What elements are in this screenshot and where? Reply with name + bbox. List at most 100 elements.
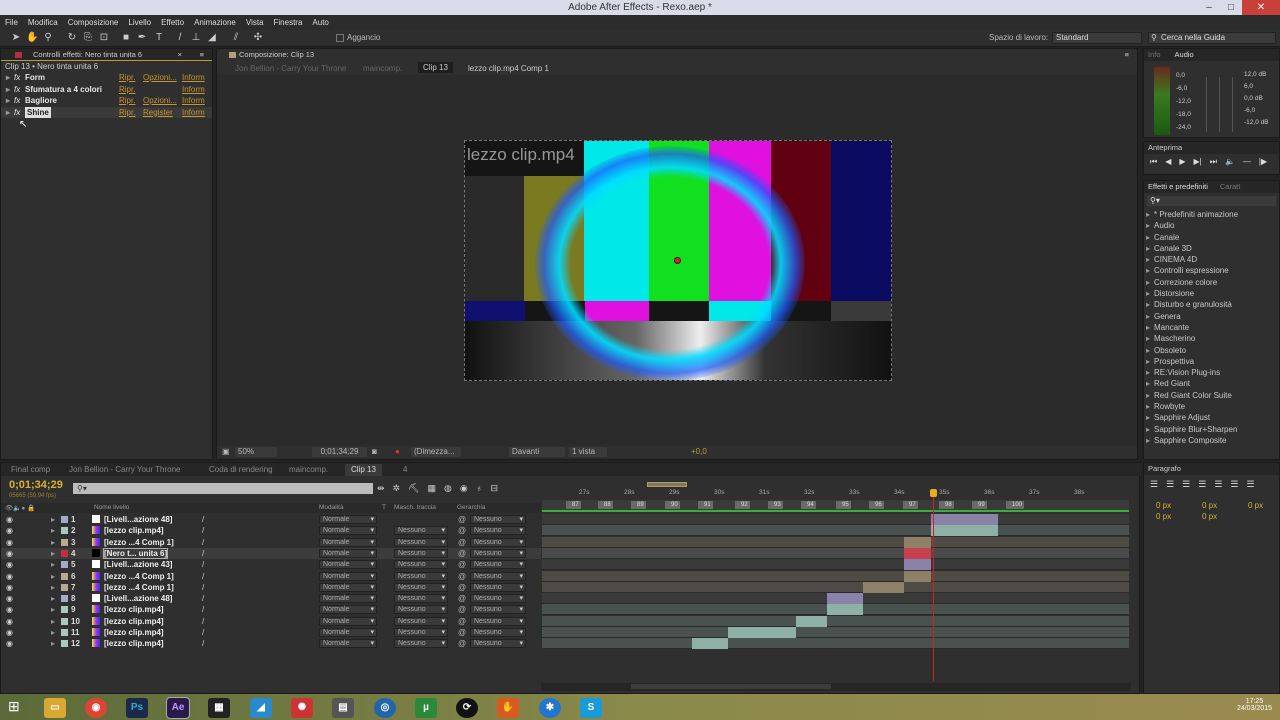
track-matte-select[interactable]: Nessuno bbox=[394, 537, 448, 547]
label-color-swatch[interactable] bbox=[61, 572, 68, 580]
exposure-value[interactable]: +0,0 bbox=[691, 447, 707, 456]
snap-checkbox[interactable] bbox=[336, 34, 344, 42]
views-layout-select[interactable]: 1 vista bbox=[569, 447, 607, 457]
layer-duration-bar[interactable] bbox=[903, 570, 931, 582]
visibility-eye-icon[interactable]: ◉ bbox=[6, 617, 13, 626]
expand-triangle-icon[interactable]: ▸ bbox=[6, 95, 10, 107]
app-icon[interactable]: ▤ bbox=[332, 698, 354, 718]
maximize-button[interactable]: □ bbox=[1220, 0, 1242, 15]
fx-icon[interactable]: fx bbox=[14, 107, 20, 119]
pickwhip-icon[interactable]: @ bbox=[458, 594, 466, 603]
effect-category[interactable]: Canale 3D bbox=[1144, 243, 1279, 255]
close-button[interactable]: ✕ bbox=[1242, 0, 1280, 15]
layer-duration-bar[interactable] bbox=[903, 559, 931, 571]
tab-character[interactable]: Caratt bbox=[1220, 182, 1240, 191]
layer-duration-bar[interactable] bbox=[903, 547, 931, 559]
effect-category[interactable]: Controlli espressione bbox=[1144, 265, 1279, 277]
parent-select[interactable]: Nessuno bbox=[470, 582, 526, 592]
visibility-eye-icon[interactable]: ◉ bbox=[6, 549, 13, 558]
effect-category[interactable]: Distorsione bbox=[1144, 288, 1279, 300]
expand-triangle-icon[interactable]: ▸ bbox=[6, 84, 10, 96]
file-explorer-icon[interactable]: ▭ bbox=[44, 698, 66, 718]
label-color-swatch[interactable] bbox=[61, 538, 68, 546]
after-effects-icon[interactable]: Ae bbox=[166, 697, 190, 719]
app-icon[interactable]: ◎ bbox=[374, 698, 396, 718]
effect-category[interactable]: Sapphire Adjust bbox=[1144, 412, 1279, 424]
visibility-eye-icon[interactable]: ◉ bbox=[6, 605, 13, 614]
layer-duration-bar[interactable] bbox=[692, 638, 728, 650]
workspace-select[interactable]: Standard bbox=[1052, 32, 1142, 44]
effect-link[interactable]: Register bbox=[143, 107, 173, 119]
visibility-eye-icon[interactable]: ◉ bbox=[6, 560, 13, 569]
layer-name[interactable]: [Livell...azione 48] bbox=[104, 594, 172, 603]
layer-row[interactable]: ◉ ▸ 12 [lezzo clip.mp4] / Normale Nessuno @ Ness… bbox=[1, 638, 541, 649]
expand-triangle-icon[interactable]: ▸ bbox=[51, 639, 55, 648]
layer-row[interactable]: ◉ ▸ 4 [Nero t... unita 6] / Normale Nessuno @ Ne… bbox=[1, 547, 541, 559]
layer-duration-bar[interactable] bbox=[795, 615, 827, 627]
blend-mode-select[interactable]: Normale bbox=[319, 616, 377, 626]
layer-duration-bar[interactable] bbox=[930, 514, 998, 525]
layer-name[interactable]: [lezzo clip.mp4] bbox=[104, 526, 164, 535]
tab-paragraph[interactable]: Paragrafo bbox=[1148, 464, 1181, 473]
align-center-icon[interactable]: ☰ bbox=[1166, 479, 1174, 490]
blend-mode-select[interactable]: Normale bbox=[319, 605, 377, 615]
effect-category[interactable]: CINEMA 4D bbox=[1144, 254, 1279, 266]
layer-name[interactable]: [Livell...azione 48] bbox=[104, 515, 172, 524]
media-icon[interactable]: ▦ bbox=[208, 698, 230, 718]
effect-category[interactable]: Disturbo e granulosità bbox=[1144, 299, 1279, 311]
track-matte-select[interactable]: Nessuno bbox=[394, 639, 448, 649]
timeline-tab[interactable]: Coda di rendering bbox=[203, 464, 279, 476]
parent-select[interactable]: Nessuno bbox=[470, 537, 526, 547]
parent-select[interactable]: Nessuno bbox=[470, 571, 526, 581]
parent-select[interactable]: Nessuno bbox=[470, 639, 526, 649]
menu-item[interactable]: Modifica bbox=[28, 15, 58, 30]
label-color-swatch[interactable] bbox=[61, 561, 68, 569]
pickwhip-icon[interactable]: @ bbox=[458, 515, 466, 524]
track-matte-select[interactable]: Nessuno bbox=[394, 571, 448, 581]
app-icon[interactable]: ✺ bbox=[291, 698, 313, 718]
comp-marker[interactable]: 89 bbox=[631, 501, 646, 509]
pen-tool-icon[interactable]: ✒ bbox=[136, 32, 148, 44]
col-matte[interactable]: Masch. traccia bbox=[394, 504, 436, 511]
layer-name[interactable]: [lezzo clip.mp4] bbox=[104, 617, 164, 626]
quality-switch-icon[interactable]: / bbox=[202, 617, 204, 626]
play-icon[interactable]: ▶ bbox=[1179, 157, 1185, 167]
effect-category[interactable]: Mancante bbox=[1144, 322, 1279, 334]
pickwhip-icon[interactable]: @ bbox=[458, 526, 466, 535]
quality-switch-icon[interactable]: / bbox=[202, 583, 204, 592]
timeline-search-input[interactable]: ⚲▾ bbox=[73, 483, 373, 494]
playhead[interactable] bbox=[932, 489, 934, 681]
parent-select[interactable]: Nessuno bbox=[470, 515, 526, 524]
comp-marker[interactable]: 100 bbox=[1006, 501, 1025, 509]
col-mode[interactable]: Modalità bbox=[319, 504, 344, 511]
layer-name[interactable]: [lezzo clip.mp4] bbox=[104, 605, 164, 614]
comp-marker[interactable]: 98 bbox=[939, 501, 954, 509]
effect-category[interactable]: Sapphire Composite bbox=[1144, 435, 1279, 447]
effect-link[interactable]: Ripr. bbox=[119, 72, 135, 84]
effect-category[interactable]: Red Giant Color Suite bbox=[1144, 390, 1279, 402]
layer-duration-bar[interactable] bbox=[863, 581, 904, 593]
time-ruler[interactable]: 27s 28s 29s 30s 31s 32s 33s 34s 35s 36s 37s 38s bbox=[542, 489, 1129, 499]
parent-select[interactable]: Nessuno bbox=[470, 594, 526, 604]
visibility-eye-icon[interactable]: ◉ bbox=[6, 526, 13, 535]
live-update-icon[interactable]: ⊟ bbox=[491, 483, 499, 494]
justify-last-center-icon[interactable]: ☰ bbox=[1214, 479, 1222, 490]
layer-row[interactable]: ◉ ▸ 3 [lezzo ...4 Comp 1] / Normale Nessuno @ Ne… bbox=[1, 537, 541, 548]
rectangle-tool-icon[interactable]: ■ bbox=[120, 32, 132, 44]
visibility-eye-icon[interactable]: ◉ bbox=[6, 583, 13, 592]
roto-brush-tool-icon[interactable]: ⫽ bbox=[230, 32, 242, 44]
comp-nav-item[interactable]: maincomp. bbox=[363, 64, 402, 73]
view-select[interactable]: Davanti bbox=[509, 447, 565, 457]
layer-name[interactable]: [lezzo clip.mp4] bbox=[104, 628, 164, 637]
quality-switch-icon[interactable]: / bbox=[202, 549, 204, 558]
blend-mode-select[interactable]: Normale bbox=[319, 582, 377, 592]
layer-row[interactable]: ◉ ▸ 7 [lezzo ...4 Comp 1] / Normale Nessuno @ Ne… bbox=[1, 582, 541, 593]
justify-last-right-icon[interactable]: ☰ bbox=[1230, 479, 1238, 490]
visibility-eye-icon[interactable]: ◉ bbox=[6, 538, 13, 547]
label-color-swatch[interactable] bbox=[61, 583, 68, 591]
timeline-tab[interactable]: Jon Bellion - Carry Your Throne bbox=[63, 464, 186, 476]
close-tab-icon[interactable]: × bbox=[178, 49, 182, 61]
layer-name[interactable]: [lezzo clip.mp4] bbox=[104, 639, 164, 648]
blend-mode-select[interactable]: Normale bbox=[319, 537, 377, 547]
expand-triangle-icon[interactable]: ▸ bbox=[51, 617, 55, 626]
